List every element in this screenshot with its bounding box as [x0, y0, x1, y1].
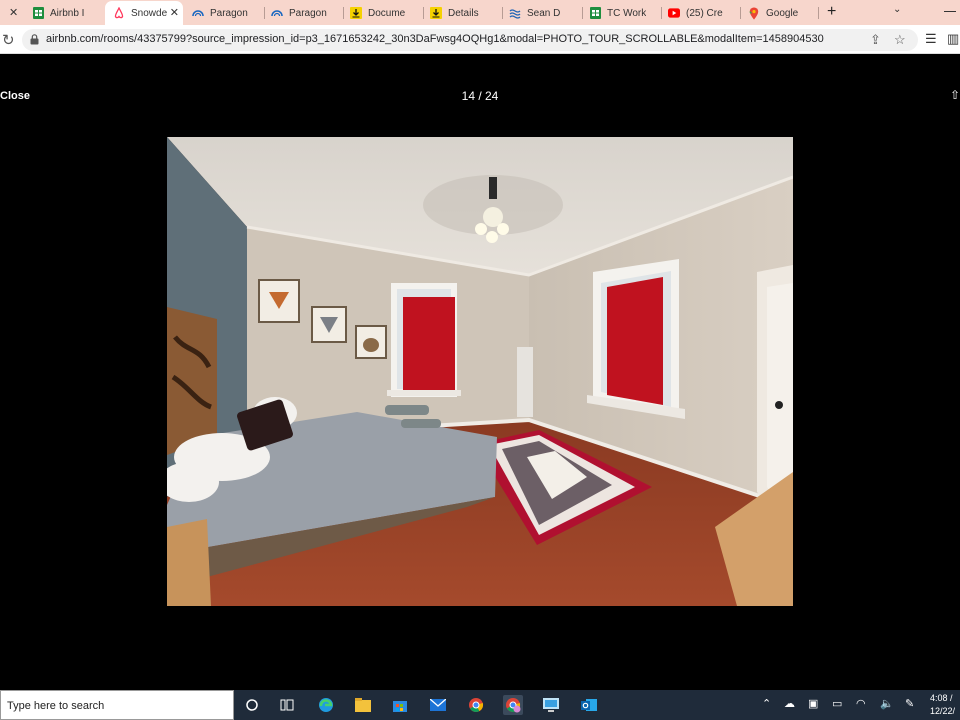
- sheets-icon: [32, 7, 44, 19]
- system-clock[interactable]: 4:08 / 12/22/: [930, 692, 955, 718]
- tab-title: Sean D: [527, 7, 561, 19]
- tab-tc-work[interactable]: TC Work: [589, 1, 661, 25]
- tab-separator: [818, 7, 819, 19]
- tab-search-chevron-icon[interactable]: ⌄: [893, 4, 901, 15]
- tab-strip: ✕ Airbnb I Snowde ✕ Paragon Paragon Docu…: [0, 0, 960, 25]
- task-view-icon[interactable]: [277, 695, 297, 715]
- chrome-profile-icon[interactable]: [503, 695, 523, 715]
- sheets-icon: [589, 7, 601, 19]
- tab-title: Google: [766, 7, 799, 19]
- chrome-icon[interactable]: [466, 695, 486, 715]
- download-icon: [350, 7, 362, 19]
- url-text[interactable]: airbnb.com/rooms/43375799?source_impress…: [46, 33, 824, 45]
- tab-separator: [502, 7, 503, 19]
- taskbar-search-input[interactable]: Type here to search: [0, 690, 234, 720]
- photo-tour-modal: Close 14 / 24 ⇧: [0, 55, 960, 690]
- battery-icon[interactable]: ▭: [832, 697, 842, 710]
- search-placeholder: Type here to search: [7, 700, 105, 712]
- tab-title: Airbnb I: [50, 7, 85, 19]
- airbnb-icon: [113, 7, 125, 19]
- tab-separator: [661, 7, 662, 19]
- volume-icon[interactable]: 🔈: [880, 697, 894, 710]
- new-tab-button[interactable]: +: [827, 3, 836, 21]
- tab-separator: [264, 7, 265, 19]
- lock-icon[interactable]: [30, 34, 39, 45]
- clock-date: 12/22/: [930, 706, 956, 716]
- side-panel-icon[interactable]: ▥: [947, 31, 959, 47]
- pen-icon[interactable]: ✎: [905, 697, 914, 710]
- wifi-icon[interactable]: ◠: [856, 697, 866, 710]
- tab-title: Paragon: [210, 7, 248, 19]
- tab-paragon-1[interactable]: Paragon: [192, 1, 262, 25]
- address-bar[interactable]: airbnb.com/rooms/43375799?source_impress…: [22, 29, 918, 51]
- reading-list-icon[interactable]: ☰: [925, 31, 937, 47]
- tab-paragon-2[interactable]: Paragon: [271, 1, 341, 25]
- microsoft-store-icon[interactable]: [390, 695, 410, 715]
- paragon-icon: [271, 7, 283, 19]
- bookmark-star-icon[interactable]: ☆: [894, 32, 906, 48]
- close-tab-icon[interactable]: ✕: [170, 6, 179, 19]
- tray-overflow-chevron-icon[interactable]: ⌃: [762, 697, 771, 710]
- waves-icon: [509, 7, 521, 19]
- download-icon: [430, 7, 442, 19]
- tab-separator: [423, 7, 424, 19]
- photo-counter: 14 / 24: [461, 89, 499, 103]
- outlook-icon[interactable]: [579, 695, 599, 715]
- tab-separator: [740, 7, 741, 19]
- tab-separator: [582, 7, 583, 19]
- browser-toolbar: ↻ airbnb.com/rooms/43375799?source_impre…: [0, 25, 960, 54]
- tab-title: Docume: [368, 7, 406, 19]
- share-icon[interactable]: ⇧: [950, 88, 960, 102]
- windows-taskbar: Type here to search ⌃ ☁ ▣ ▭ ◠ 🔈 ✎ 4:08 /…: [0, 690, 960, 720]
- tab-sean[interactable]: Sean D: [509, 1, 581, 25]
- tab-title: TC Work: [607, 7, 647, 19]
- onedrive-cloud-icon[interactable]: ☁: [784, 697, 795, 710]
- tab-title: Details: [448, 7, 479, 19]
- tab-snowden-active[interactable]: Snowde ✕: [105, 1, 183, 25]
- mail-icon[interactable]: [428, 695, 448, 715]
- bedroom-photo-illustration: [167, 137, 793, 606]
- close-tab-icon[interactable]: ✕: [9, 6, 18, 19]
- tab-title: Paragon: [289, 7, 327, 19]
- minimize-window-button[interactable]: [944, 11, 956, 12]
- tab-separator: [343, 7, 344, 19]
- edge-icon[interactable]: [316, 695, 336, 715]
- close-button[interactable]: Close: [0, 90, 30, 102]
- tab-title: Snowde: [131, 7, 168, 19]
- clock-time: 4:08 /: [930, 693, 953, 703]
- cortana-icon[interactable]: [242, 695, 262, 715]
- tab-title: (25) Cre: [686, 7, 723, 19]
- tab-airbnb-sheet[interactable]: Airbnb I: [32, 1, 104, 25]
- reload-icon[interactable]: ↻: [2, 31, 15, 49]
- listing-photo: [167, 137, 793, 606]
- youtube-icon: [668, 7, 680, 19]
- tab-youtube[interactable]: (25) Cre: [668, 1, 740, 25]
- share-page-icon[interactable]: ⇪: [870, 32, 881, 48]
- file-explorer-icon[interactable]: [353, 695, 373, 715]
- paragon-icon: [192, 7, 204, 19]
- tab-details[interactable]: Details: [430, 1, 502, 25]
- tab-google-maps[interactable]: Google: [748, 1, 820, 25]
- tab-documents[interactable]: Docume: [350, 1, 422, 25]
- meet-now-icon[interactable]: ▣: [808, 697, 818, 710]
- remote-desktop-icon[interactable]: [541, 695, 561, 715]
- maps-icon: [748, 7, 760, 19]
